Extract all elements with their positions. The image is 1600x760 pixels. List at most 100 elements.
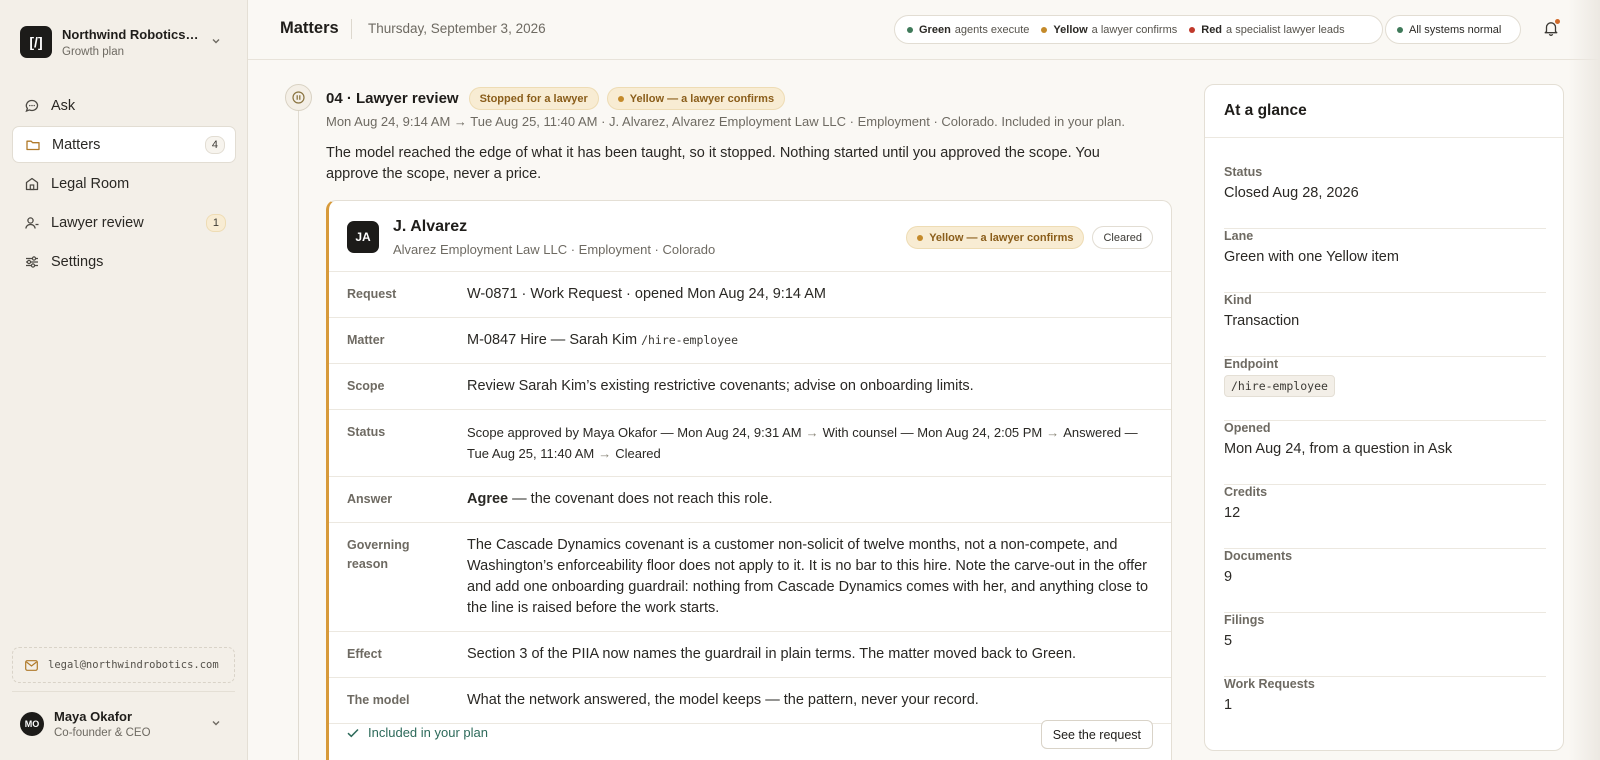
arrow-right-icon: →	[598, 446, 612, 461]
avatar: MO	[20, 712, 44, 736]
step-header: 04 · Lawyer review Stopped for a lawyer …	[326, 87, 793, 110]
fact-work-requests: Work Requests 1	[1224, 677, 1315, 713]
fact-credits: Credits 12	[1224, 485, 1546, 549]
current-date: Thursday, September 3, 2026	[368, 21, 546, 36]
sidebar-item-label: Settings	[51, 253, 104, 270]
green-dot-icon	[907, 26, 913, 33]
row-label: Matter	[347, 333, 385, 347]
sidebar-item-label: Lawyer review	[51, 214, 144, 231]
row-value: The Cascade Dynamics covenant is a custo…	[467, 537, 1149, 616]
lane-legend: Green agents execute Yellow a lawyer confi…	[894, 15, 1383, 44]
user-menu[interactable]: MO Maya Okafor Co-founder & CEO	[20, 704, 228, 744]
lawyer-review-card: JA J. Alvarez Alvarez Employment Law LLC…	[326, 200, 1172, 760]
user-name: Maya Okafor	[54, 709, 133, 724]
sliders-icon	[24, 254, 40, 270]
org-name: Northwind Robotics, Inc.	[62, 26, 202, 42]
chevron-updown-icon[interactable]	[210, 716, 222, 734]
sidebar-item-lawyer-review[interactable]: Lawyer review 1	[12, 204, 236, 241]
legend-red: Red a specialist lawyer leads	[1189, 24, 1345, 36]
sidebar-item-label: Legal Room	[51, 175, 130, 192]
org-logo: [/]	[20, 26, 52, 58]
sidebar-item-legal-room[interactable]: Legal Room	[12, 165, 236, 202]
red-dot-icon	[1189, 26, 1196, 33]
lane-badge: Yellow — a lawyer confirms	[906, 226, 1085, 249]
check-icon	[347, 728, 359, 738]
fact-filings: Filings 5	[1224, 613, 1546, 677]
legal-email[interactable]: legal@northwindrobotics.com	[12, 647, 235, 683]
row-request: Request W-0871 · Work Request · opened M…	[329, 272, 1171, 318]
sidebar-item-ask[interactable]: Ask	[12, 87, 236, 124]
row-label: Status	[347, 425, 386, 439]
fact-kind: Kind Transaction	[1224, 293, 1546, 357]
row-label: The model	[347, 693, 410, 707]
row-matter: Matter M-0847 Hire — Sarah Kim /hire-emp…	[329, 318, 1171, 364]
at-a-glance-panel: At a glance Status Closed Aug 28, 2026 La…	[1204, 84, 1564, 751]
see-request-button[interactable]: See the request	[1040, 720, 1153, 749]
divider	[351, 19, 352, 39]
count-badge: 1	[205, 213, 226, 232]
lawyer-firm: Alvarez Employment Law LLC · Employment …	[393, 242, 716, 257]
row-the-model: The model What the network answered, the…	[329, 678, 1171, 724]
row-value: Scope approved by Maya Okafor — Mon Aug …	[467, 425, 1138, 461]
row-label: Answer	[347, 492, 393, 506]
lane-badge: Yellow — a lawyer confirms	[606, 87, 786, 110]
fact-documents: Documents 9	[1224, 549, 1546, 613]
divider	[12, 691, 235, 692]
row-label: Effect	[347, 647, 382, 661]
chat-icon	[24, 98, 40, 114]
divider	[1205, 137, 1563, 138]
lawyer-name: J. Alvarez	[393, 218, 468, 235]
edge-fade	[1568, 0, 1600, 760]
page-title: Matters	[280, 19, 339, 37]
folder-icon	[25, 137, 41, 153]
yellow-dot-icon	[1041, 26, 1048, 33]
step-meta: Mon Aug 24, 9:14 AM → Tue Aug 25, 11:40 …	[326, 114, 1125, 129]
fact-opened: Opened Mon Aug 24, from a question in Ask	[1224, 421, 1546, 485]
fact-status: Status Closed Aug 28, 2026	[1224, 165, 1546, 229]
notification-dot	[1555, 19, 1560, 24]
row-label: Scope	[347, 379, 385, 393]
pause-icon	[285, 84, 312, 111]
row-effect: Effect Section 3 of the PIIA now names t…	[329, 632, 1171, 678]
included-note: Included in your plan	[347, 725, 488, 740]
row-status: Status Scope approved by Maya Okafor — M…	[329, 410, 1171, 477]
card-header: JA J. Alvarez Alvarez Employment Law LLC…	[329, 201, 1171, 272]
row-value: Review Sarah Kim’s existing restrictive …	[467, 378, 974, 394]
sidebar-item-label: Ask	[51, 97, 76, 114]
sidebar-nav: Ask Matters 4 Legal Room Lawyer review 1	[12, 87, 236, 282]
yellow-dot-icon	[917, 234, 924, 241]
step-title: 04 · Lawyer review	[326, 90, 459, 107]
stopped-badge: Stopped for a lawyer	[468, 87, 599, 110]
row-answer: Answer Agree — the covenant does not rea…	[329, 477, 1171, 523]
row-value: W-0871 · Work Request · opened Mon Aug 2…	[467, 286, 826, 302]
person-icon	[24, 215, 40, 231]
endpoint-code: /hire-employee	[641, 333, 738, 347]
step-intro: The model reached the edge of what it ha…	[326, 145, 1100, 182]
sidebar-item-matters[interactable]: Matters 4	[12, 126, 236, 163]
legend-green: Green agents execute	[907, 24, 1029, 36]
row-value: What the network answered, the model kee…	[467, 692, 979, 708]
panel-title: At a glance	[1224, 102, 1307, 119]
cleared-badge: Cleared	[1092, 226, 1153, 249]
sidebar-item-label: Matters	[52, 136, 101, 153]
row-value: Agree — the covenant does not reach this…	[467, 491, 773, 507]
row-value: M-0847 Hire — Sarah Kim /hire-employee	[467, 332, 738, 348]
org-switcher[interactable]: [/] Northwind Robotics, Inc. Growth plan	[20, 24, 228, 60]
row-value: Section 3 of the PIIA now names the guar…	[467, 646, 1077, 662]
facts-list: Status Closed Aug 28, 2026 Lane Green with…	[1224, 165, 1546, 741]
email-text: legal@northwindrobotics.com	[48, 659, 219, 671]
row-label: Governing reason	[347, 538, 410, 571]
chevron-down-icon[interactable]	[210, 34, 222, 52]
system-status[interactable]: All systems normal	[1385, 15, 1521, 44]
fact-endpoint: Endpoint/hire-employee	[1224, 357, 1546, 421]
arrow-right-icon: →	[1046, 425, 1060, 440]
row-label: Request	[347, 287, 397, 301]
building-icon	[24, 176, 40, 192]
status-dot-icon	[1397, 26, 1403, 33]
count-badge: 4	[204, 135, 225, 154]
sidebar-item-settings[interactable]: Settings	[12, 243, 236, 280]
endpoint-code: /hire-employee	[1224, 375, 1335, 397]
arrow-right-icon: →	[805, 425, 819, 440]
fact-lane: Lane Green with one Yellow item	[1224, 229, 1546, 293]
mail-icon	[25, 659, 38, 671]
